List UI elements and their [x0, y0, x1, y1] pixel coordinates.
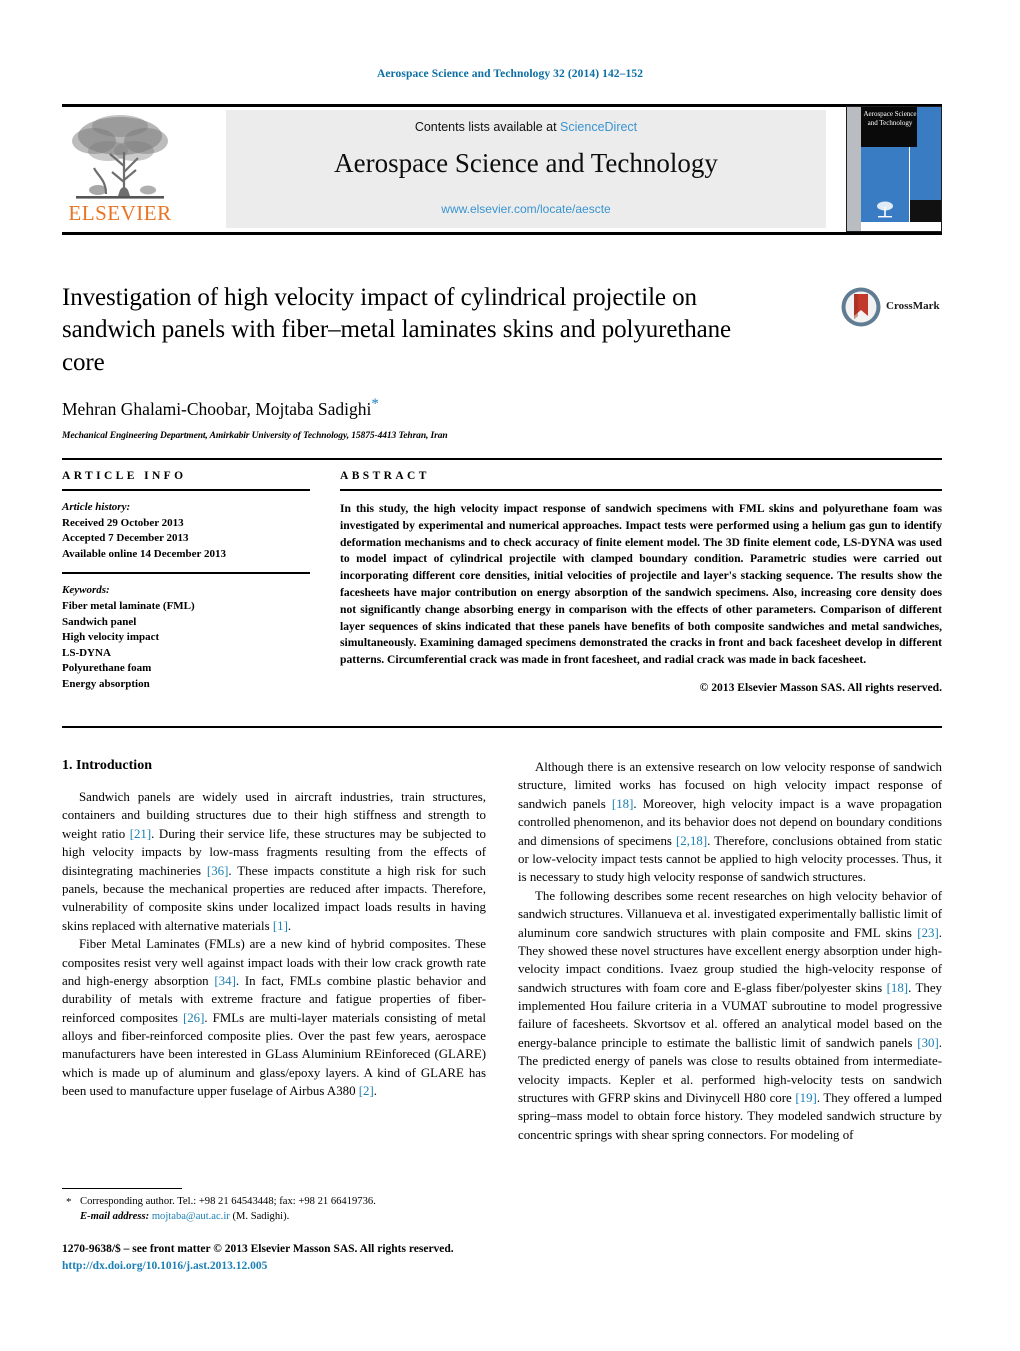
journal-url-link[interactable]: www.elsevier.com/locate/aescte — [226, 202, 826, 216]
citation-ref[interactable]: [36] — [207, 864, 228, 878]
info-band-top-rule — [62, 458, 942, 460]
article-history-group: Article history: Received 29 October 201… — [62, 500, 310, 562]
article-info-heading: ARTICLE INFO — [62, 470, 187, 482]
cover-spine — [847, 107, 861, 231]
keyword-item: Polyurethane foam — [62, 662, 152, 675]
elsevier-tree-icon — [72, 115, 168, 199]
citation-ref[interactable]: [30] — [917, 1036, 938, 1050]
keyword-item: High velocity impact — [62, 631, 160, 644]
paragraph-text: The following describes some recent rese… — [518, 888, 942, 940]
page-title: Investigation of high velocity impact of… — [62, 284, 732, 376]
elsevier-logo: ELSEVIER — [64, 110, 176, 228]
cover-elsevier-tree-icon — [877, 201, 893, 218]
body-column-right: Although there is an extensive research … — [518, 758, 942, 1144]
title-block: Investigation of high velocity impact of… — [62, 282, 762, 441]
citation-ref[interactable]: [26] — [183, 1011, 204, 1025]
crossmark-badge[interactable]: CrossMark — [840, 286, 944, 332]
paragraph-text: . — [287, 918, 292, 933]
email-label: E-mail address: — [80, 1211, 150, 1223]
abstract-column: ABSTRACT In this study, the high velocit… — [340, 470, 942, 694]
crossmark-icon — [841, 287, 881, 327]
crossmark-label: CrossMark — [886, 300, 940, 312]
abstract-heading: ABSTRACT — [340, 470, 430, 482]
contents-line: Contents lists available at ScienceDirec… — [226, 120, 826, 134]
citation-ref[interactable]: [2,18] — [676, 834, 707, 848]
corresponding-author-note: Corresponding author. Tel.: +98 21 64543… — [80, 1196, 376, 1207]
article-info-column: ARTICLE INFO Article history: Received 2… — [62, 470, 310, 693]
footnote-marker: * — [66, 1196, 72, 1208]
paragraph: Although there is an extensive research … — [518, 758, 942, 887]
citation-ref[interactable]: [18] — [612, 797, 633, 811]
paragraph: Fiber Metal Laminates (FMLs) are a new k… — [62, 935, 486, 1101]
footnote-body: Corresponding author. Tel.: +98 21 64543… — [62, 1194, 486, 1224]
cover-header-band-right — [917, 107, 941, 147]
abstract-text: In this study, the high velocity impact … — [340, 502, 942, 667]
email-suffix: (M. Sadighi). — [232, 1211, 290, 1223]
keyword-item: Fiber metal laminate (FML) — [62, 600, 195, 613]
email-link[interactable]: mojtaba@aut.ac.ir — [152, 1211, 230, 1222]
body-column-left: 1. Introduction Sandwich panels are wide… — [62, 758, 486, 1101]
article-info-heading-rule — [62, 489, 310, 491]
footnote-rule — [62, 1188, 182, 1189]
affiliation: Mechanical Engineering Department, Amirk… — [62, 430, 448, 441]
journal-title: Aerospace Science and Technology — [334, 148, 718, 178]
cover-base — [861, 222, 941, 231]
citation-ref[interactable]: [1] — [273, 919, 288, 933]
contents-prefix: Contents lists available at — [414, 120, 561, 134]
cover-base-block — [910, 200, 941, 222]
cover-title-text: Aerospace Science and Technology — [863, 110, 917, 128]
citation-ref[interactable]: [19] — [795, 1091, 816, 1105]
elsevier-wordmark: ELSEVIER — [68, 201, 172, 225]
contents-box: Contents lists available at ScienceDirec… — [226, 110, 826, 228]
paper-page: Aerospace Science and Technology 32 (201… — [0, 0, 1020, 1351]
colophon: 1270-9638/$ – see front matter © 2013 El… — [62, 1241, 582, 1276]
citation-ref[interactable]: [2] — [359, 1084, 374, 1098]
masthead-top-rule — [62, 104, 942, 107]
corresponding-author-marker: * — [371, 395, 379, 412]
author-names: Mehran Ghalami-Choobar, Mojtaba Sadighi — [62, 398, 372, 419]
section-title-introduction: 1. Introduction — [62, 758, 152, 773]
abstract-heading-rule — [340, 489, 942, 491]
history-item: Accepted 7 December 2013 — [62, 532, 189, 545]
journal-cover-thumbnail: Aerospace Science and Technology — [846, 106, 942, 232]
article-info-separator — [62, 572, 310, 575]
citation-ref[interactable]: [21] — [130, 827, 151, 841]
footnote-block: * Corresponding author. Tel.: +98 21 645… — [62, 1194, 486, 1224]
author-list: Mehran Ghalami-Choobar, Mojtaba Sadighi* — [62, 396, 762, 420]
sciencedirect-link[interactable]: ScienceDirect — [560, 120, 637, 134]
keyword-item: Sandwich panel — [62, 615, 137, 628]
running-head: Aerospace Science and Technology 32 (201… — [376, 68, 644, 80]
issn-line: 1270-9638/$ – see front matter © 2013 El… — [62, 1243, 454, 1255]
keyword-item: LS-DYNA — [62, 646, 111, 659]
keywords-group: Keywords: Fiber metal laminate (FML) San… — [62, 583, 310, 692]
doi-link[interactable]: http://dx.doi.org/10.1016/j.ast.2013.12.… — [62, 1258, 582, 1275]
masthead-bottom-rule — [62, 232, 942, 235]
journal-masthead: ELSEVIER Contents lists available at Sci… — [62, 104, 942, 235]
info-band-bottom-rule — [62, 726, 942, 728]
history-item: Received 29 October 2013 — [62, 516, 184, 529]
paragraph: Sandwich panels are widely used in aircr… — [62, 788, 486, 935]
citation-ref[interactable]: [34] — [214, 974, 235, 988]
abstract-copyright: © 2013 Elsevier Masson SAS. All rights r… — [699, 680, 942, 694]
history-item: Available online 14 December 2013 — [62, 547, 226, 560]
article-history-label: Article history: — [62, 501, 131, 513]
paragraph: The following describes some recent rese… — [518, 887, 942, 1144]
keywords-label: Keywords: — [62, 584, 110, 597]
citation-ref[interactable]: [18] — [887, 981, 908, 995]
paragraph-text: . — [373, 1084, 378, 1099]
keyword-item: Energy absorption — [62, 678, 150, 691]
citation-ref[interactable]: [23] — [917, 926, 938, 940]
